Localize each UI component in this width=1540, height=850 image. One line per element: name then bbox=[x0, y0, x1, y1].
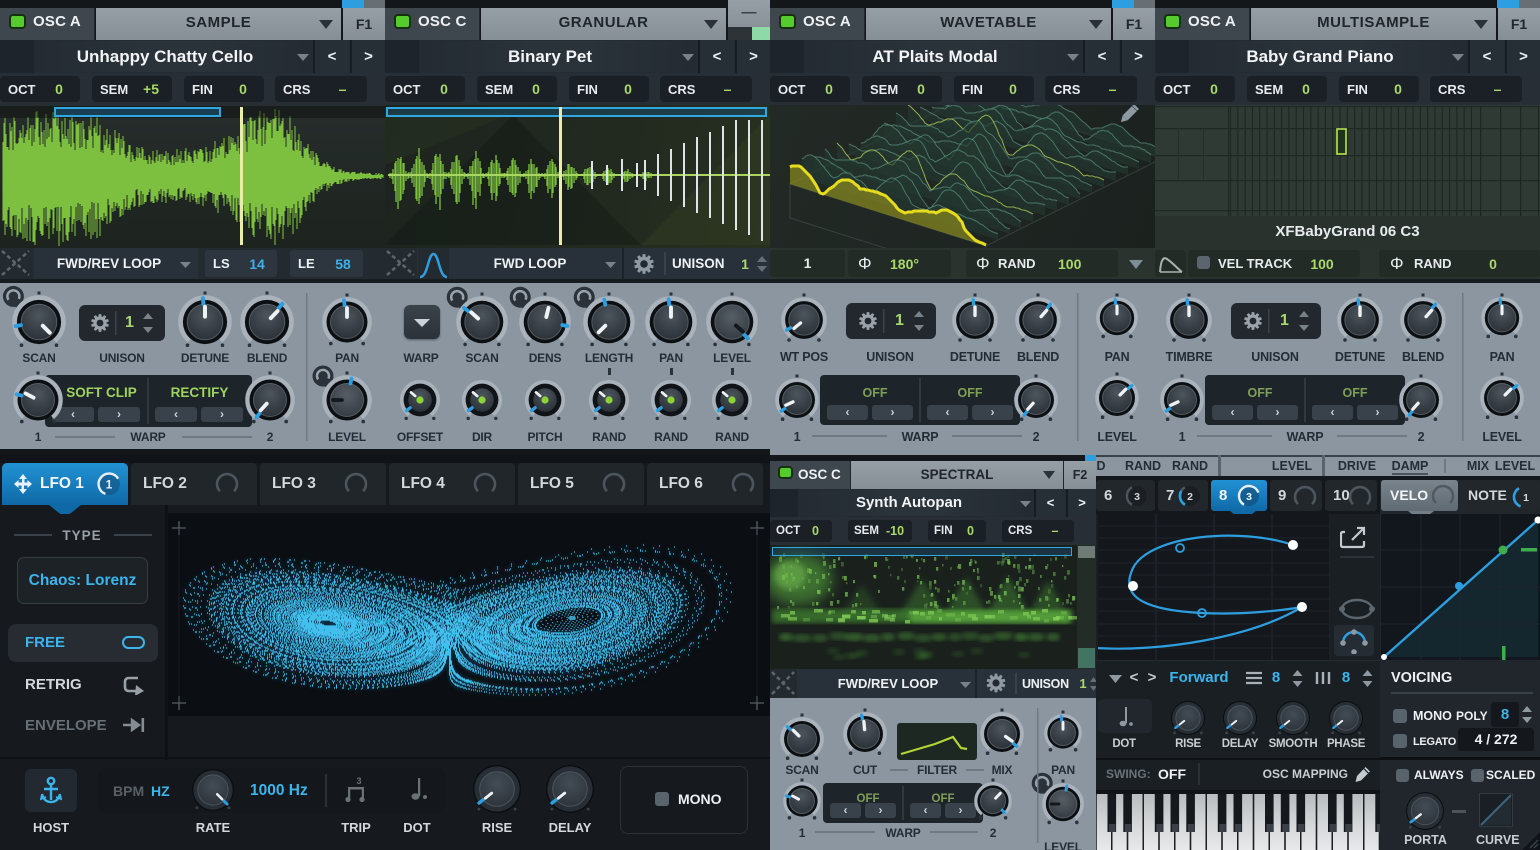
svg-text:1: 1 bbox=[1523, 492, 1529, 504]
svg-text:3: 3 bbox=[1246, 491, 1252, 503]
svg-text:1: 1 bbox=[106, 478, 113, 492]
svg-text:3: 3 bbox=[1134, 491, 1140, 503]
